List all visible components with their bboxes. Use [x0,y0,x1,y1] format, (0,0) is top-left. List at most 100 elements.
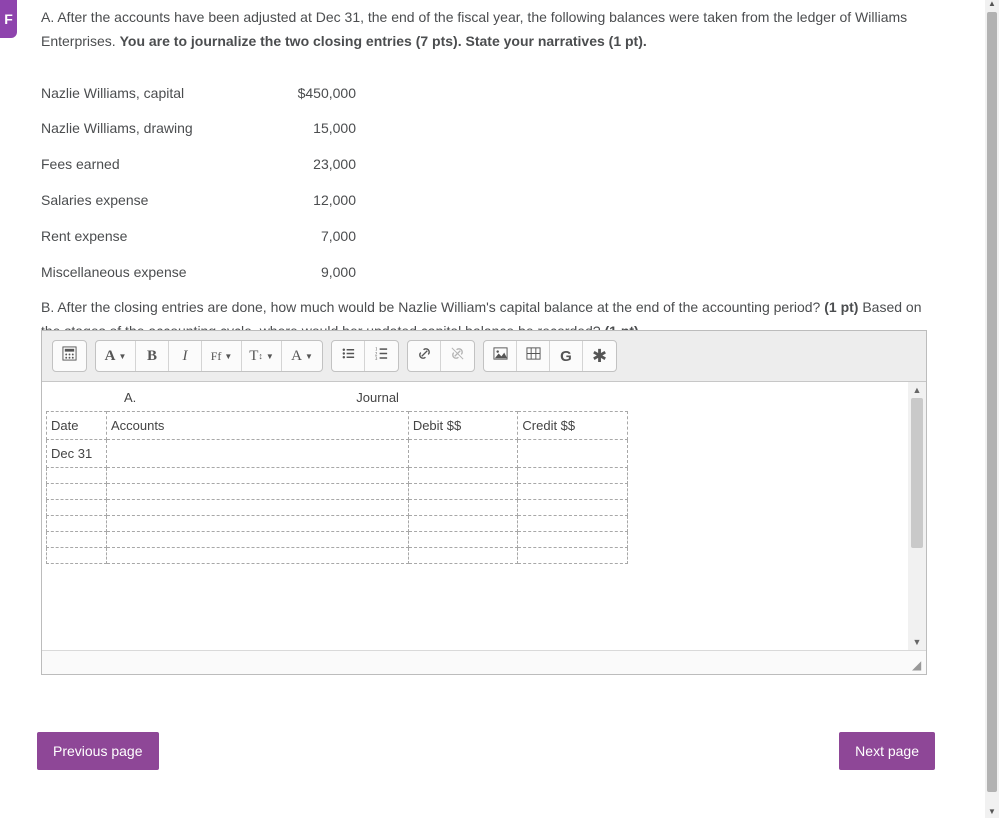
journal-cell[interactable] [106,484,408,500]
subscript-icon: ↕ [258,351,263,361]
journal-cell[interactable] [106,516,408,532]
page-scrollbar-thumb[interactable] [987,12,997,792]
text-color-label: A [291,348,302,365]
journal-cell[interactable] [518,548,628,564]
editor-scroll-down-icon[interactable]: ▼ [908,634,926,650]
bold-button[interactable]: B [136,341,169,371]
editor-content-area[interactable]: A. Journal Date Accounts Debit $$ Credit… [42,382,926,650]
question-text: A. After the accounts have been adjusted… [41,6,941,346]
chevron-down-icon: ▼ [224,352,232,361]
journal-cell[interactable] [408,548,518,564]
journal-cell[interactable] [106,500,408,516]
editor-heading-row: A. Journal [42,390,908,405]
previous-page-button[interactable]: Previous page [37,732,159,770]
ledger-amount: 23,000 [296,147,356,183]
journal-cell[interactable] [518,468,628,484]
journal-cell[interactable] [106,440,408,468]
journal-cell[interactable] [408,484,518,500]
ledger-row: Rent expense7,000 [41,219,356,255]
journal-cell[interactable] [106,468,408,484]
font-style-button[interactable]: A▼ [96,341,136,371]
ledger-account: Rent expense [41,219,296,255]
insert-image-button[interactable] [484,341,517,371]
journal-cell[interactable] [408,468,518,484]
journal-cell[interactable] [408,532,518,548]
part-a-paragraph: A. After the accounts have been adjusted… [41,6,941,54]
numbered-list-button[interactable]: 123 [365,341,398,371]
part-b-bold1: (1 pt) [824,299,858,315]
resize-grip-icon[interactable]: ◢ [912,660,924,672]
unlink-button[interactable] [441,341,474,371]
font-size-button[interactable]: T↕▼ [242,341,282,371]
part-a-bold: You are to journalize the two closing en… [120,33,647,49]
ledger-row: Salaries expense12,000 [41,183,356,219]
journal-cell[interactable] [106,548,408,564]
bold-label: B [147,348,157,365]
journal-cell[interactable] [47,548,107,564]
calculator-button[interactable] [53,341,86,371]
editor-scrollbar-thumb[interactable] [911,398,923,548]
editor-text-body[interactable]: A. Journal Date Accounts Debit $$ Credit… [42,382,908,650]
special-char-button[interactable]: ✱ [583,341,616,371]
unlink-icon [450,346,465,366]
journal-cell[interactable] [106,532,408,548]
journal-row [47,500,628,516]
ledger-row: Nazlie Williams, capital$450,000 [41,76,356,112]
journal-cell[interactable] [408,500,518,516]
ledger-amount: 7,000 [296,219,356,255]
font-family-button[interactable]: Ff▼ [202,341,242,371]
image-icon [493,346,508,366]
ledger-account: Miscellaneous expense [41,255,296,291]
journal-cell[interactable] [47,532,107,548]
scroll-up-arrow-icon[interactable]: ▲ [987,0,997,10]
chevron-down-icon: ▼ [266,352,274,361]
journal-cell[interactable] [518,440,628,468]
journal-cell[interactable] [408,516,518,532]
question-flag-tab[interactable]: F [0,0,17,38]
journal-row [47,468,628,484]
journal-cell[interactable] [408,440,518,468]
editor-heading-center: Journal [356,390,399,405]
journal-row [47,516,628,532]
journal-cell[interactable] [518,484,628,500]
journal-cell[interactable]: Dec 31 [47,440,107,468]
link-button[interactable] [408,341,441,371]
journal-row: Dec 31 [47,440,628,468]
journal-cell[interactable] [47,516,107,532]
chevron-down-icon: ▼ [305,352,313,361]
journal-cell[interactable] [47,468,107,484]
toolbar-group-font: A▼ B I Ff▼ T↕▼ A▼ [95,340,323,372]
editor-heading-left: A. [124,390,136,405]
question-flag-label: F [4,11,13,27]
ledger-amount: 15,000 [296,111,356,147]
ledger-account: Salaries expense [41,183,296,219]
calculator-icon [62,346,77,366]
ledger-row: Fees earned23,000 [41,147,356,183]
link-icon [417,346,432,366]
journal-cell[interactable] [47,500,107,516]
numbered-list-icon: 123 [374,346,389,366]
next-page-label: Next page [855,743,919,759]
nav-button-row: Previous page Next page [37,732,935,770]
bullet-list-button[interactable] [332,341,365,371]
editor-scroll-up-icon[interactable]: ▲ [908,382,926,398]
toolbar-group-insert: G ✱ [483,340,617,372]
italic-button[interactable]: I [169,341,202,371]
journal-row [47,484,628,500]
text-color-button[interactable]: A▼ [282,341,322,371]
journal-cell[interactable] [47,484,107,500]
ledger-row: Miscellaneous expense9,000 [41,255,356,291]
next-page-button[interactable]: Next page [839,732,935,770]
insert-table-button[interactable] [517,341,550,371]
scroll-down-arrow-icon[interactable]: ▼ [987,808,997,818]
ledger-amount: $450,000 [296,76,356,112]
journal-table[interactable]: Date Accounts Debit $$ Credit $$ Dec 31 [46,411,628,564]
page-scrollbar[interactable]: ▲ ▼ [985,0,999,818]
journal-cell[interactable] [518,532,628,548]
journal-cell[interactable] [518,516,628,532]
google-button[interactable]: G [550,341,583,371]
ledger-account: Fees earned [41,147,296,183]
editor-scrollbar[interactable]: ▲ ▼ [908,382,926,650]
answer-editor: A▼ B I Ff▼ T↕▼ A▼ 123 [41,330,927,675]
journal-cell[interactable] [518,500,628,516]
